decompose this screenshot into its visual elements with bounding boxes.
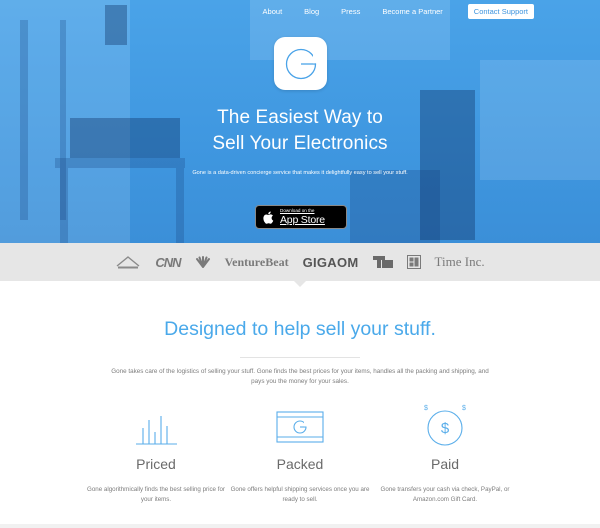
nbc-peacock-icon: [195, 256, 210, 268]
contact-support-button[interactable]: Contact Support: [467, 3, 534, 19]
feature-paid: $ $ $ Paid Gone transfers your cash via …: [370, 402, 520, 504]
dollar-coin-icon: $ $ $: [424, 405, 466, 446]
hero-title-line-2: Sell Your Electronics: [212, 133, 388, 154]
bottom-divider: [0, 524, 600, 528]
nav-link-about[interactable]: About: [263, 7, 283, 16]
app-store-text: Download on the App Store: [280, 207, 325, 226]
press-logos-bar: CNN VentureBeat GIGAOM Time Inc.: [0, 243, 600, 287]
feature-priced: Priced Gone algorithmically finds the be…: [81, 402, 231, 504]
feature-paid-title: Paid: [430, 456, 460, 472]
app-store-small-text: Download on the: [280, 207, 315, 213]
app-store-big-text: App Store: [280, 213, 325, 226]
hero-title-line-1: The Easiest Way to: [217, 107, 383, 128]
nav-link-become-partner[interactable]: Become a Partner: [382, 7, 442, 16]
package-icon: [276, 411, 324, 443]
feature-packed-title: Packed: [276, 456, 324, 472]
svg-text:$: $: [424, 405, 428, 412]
svg-text:$: $: [462, 405, 466, 412]
app-store-button[interactable]: Download on the App Store: [255, 205, 347, 229]
press-logo-gigaom: GIGAOM: [302, 254, 359, 270]
press-logo-venturebeat: VentureBeat: [224, 254, 289, 269]
gone-logo: [274, 37, 327, 90]
feature-paid-desc: Gone transfers your cash via check, PayP…: [380, 486, 510, 503]
hero-bg-speaker: [105, 5, 127, 45]
nav-link-blog[interactable]: Blog: [304, 7, 319, 16]
hero-bg-table-leg: [60, 168, 68, 243]
hero-title: The Easiest Way to Sell Your Electronics: [0, 105, 600, 157]
apple-icon: [263, 211, 274, 224]
bar-chart-icon: [136, 416, 177, 445]
features-divider: [240, 357, 360, 358]
press-logo-emblem: [116, 256, 140, 269]
hero-subtitle: Gone is a data-driven concierge service …: [192, 170, 408, 176]
feature-priced-title: Priced: [136, 456, 176, 472]
hero-bg-table: [55, 158, 185, 168]
features-heading: Designed to help sell your stuff.: [164, 318, 436, 340]
feature-packed: Packed Gone offers helpful shipping serv…: [225, 402, 375, 504]
hero-bg-table-leg: [176, 168, 184, 243]
press-logo-time-inc: Time Inc.: [434, 254, 485, 269]
gone-g-icon: [285, 48, 318, 79]
press-logo-cnn: CNN: [155, 254, 181, 270]
press-logo-square-icon: [406, 255, 421, 269]
techcrunch-logo-icon: [372, 256, 393, 268]
feature-priced-desc: Gone algorithmically finds the best sell…: [87, 486, 225, 503]
top-nav: About Blog Press Become a Partner Contac…: [252, 3, 600, 19]
hero-section: About Blog Press Become a Partner Contac…: [0, 0, 600, 243]
features-intro: Gone takes care of the logistics of sell…: [111, 368, 489, 385]
press-bar-pointer: [293, 280, 307, 287]
hero-bg-chair: [350, 170, 440, 243]
nav-link-press[interactable]: Press: [341, 7, 360, 16]
feature-packed-desc: Gone offers helpful shipping services on…: [230, 486, 370, 503]
svg-text:$: $: [441, 420, 450, 437]
